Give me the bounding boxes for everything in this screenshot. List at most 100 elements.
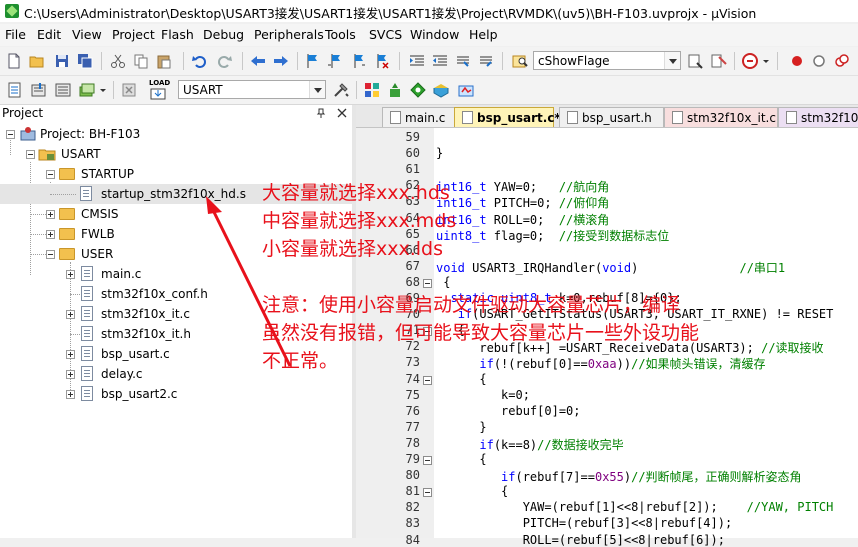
download-button[interactable]: LOAD bbox=[147, 79, 170, 100]
uncomment-selection-icon[interactable] bbox=[478, 53, 494, 69]
code-line[interactable]: { bbox=[436, 275, 450, 289]
tree-item-label: USER bbox=[81, 247, 114, 261]
code-line[interactable]: { bbox=[436, 372, 486, 386]
bookmark-flag-icon[interactable] bbox=[304, 53, 320, 69]
pack-installer-icon[interactable] bbox=[433, 82, 449, 98]
collapse-icon[interactable] bbox=[46, 170, 55, 179]
menu-window[interactable]: Window bbox=[410, 27, 459, 42]
expand-icon[interactable] bbox=[66, 270, 75, 279]
code-line[interactable]: k=0; bbox=[436, 388, 530, 402]
rebuild-icon[interactable] bbox=[55, 82, 71, 98]
kill-breakpoints-icon[interactable] bbox=[834, 53, 850, 69]
paste-icon[interactable] bbox=[156, 53, 172, 69]
navigate-back-icon[interactable] bbox=[250, 53, 266, 69]
disable-breakpoint-icon[interactable] bbox=[811, 53, 827, 69]
next-bookmark-icon[interactable] bbox=[350, 53, 366, 69]
tab-bsp-usart-h[interactable]: bsp_usart.h bbox=[559, 107, 664, 127]
tab-bsp-usart-c[interactable]: bsp_usart.c* bbox=[454, 107, 561, 127]
menu-view[interactable]: View bbox=[72, 27, 102, 42]
manage-project-items-icon[interactable] bbox=[364, 82, 380, 98]
chevron-down-icon[interactable] bbox=[664, 52, 680, 69]
code-line[interactable]: int16_t PITCH=0; //俯仰角 bbox=[436, 194, 609, 211]
annotation-high-density: 大容量就选择xxx.hds bbox=[262, 182, 450, 204]
code-line[interactable]: if(k==8)//数据接收完毕 bbox=[436, 436, 623, 453]
menu-edit[interactable]: Edit bbox=[37, 27, 61, 42]
menu-debug[interactable]: Debug bbox=[203, 27, 244, 42]
chevron-down-icon[interactable] bbox=[762, 53, 770, 69]
close-icon[interactable] bbox=[337, 108, 347, 118]
expand-icon[interactable] bbox=[66, 390, 75, 399]
indent-icon[interactable] bbox=[409, 53, 425, 69]
code-line[interactable]: int16_t ROLL=0; //横滚角 bbox=[436, 211, 609, 228]
menu-peripherals[interactable]: Peripherals bbox=[254, 27, 324, 42]
insert-breakpoint-icon[interactable] bbox=[789, 53, 805, 69]
debug-session-icon[interactable] bbox=[742, 53, 758, 69]
tab-stm32f10x-it-h[interactable]: stm32f10x_it.h bbox=[778, 107, 858, 127]
collapse-icon[interactable] bbox=[6, 130, 15, 139]
new-file-icon[interactable] bbox=[6, 53, 22, 69]
menu-flash[interactable]: Flash bbox=[161, 27, 194, 42]
find-combo[interactable]: cShowFlage bbox=[533, 51, 681, 70]
code-line[interactable]: YAW=(rebuf[1]<<8|rebuf[2]); //YAW, PITCH bbox=[436, 500, 834, 514]
manage-rte-icon[interactable] bbox=[387, 82, 403, 98]
tree-line bbox=[30, 214, 46, 215]
code-line[interactable]: } bbox=[436, 146, 443, 160]
comment-selection-icon[interactable] bbox=[455, 53, 471, 69]
collapse-icon[interactable] bbox=[26, 150, 35, 159]
code-line[interactable]: rebuf[0]=0; bbox=[436, 404, 580, 418]
redo-icon[interactable] bbox=[216, 53, 232, 69]
expand-icon[interactable] bbox=[46, 210, 55, 219]
code-line[interactable]: PITCH=(rebuf[3]<<8|rebuf[4]); bbox=[436, 516, 733, 530]
collapse-icon[interactable] bbox=[46, 250, 55, 259]
save-all-icon[interactable] bbox=[77, 53, 93, 69]
expand-icon[interactable] bbox=[66, 310, 75, 319]
configure-device-icon[interactable] bbox=[458, 82, 474, 98]
stop-build-icon[interactable] bbox=[121, 82, 137, 98]
expand-icon[interactable] bbox=[46, 230, 55, 239]
target-select[interactable]: USART bbox=[178, 80, 326, 99]
menu-file[interactable]: File bbox=[5, 27, 26, 42]
undo-icon[interactable] bbox=[192, 53, 208, 69]
expand-icon[interactable] bbox=[66, 350, 75, 359]
save-icon[interactable] bbox=[54, 53, 70, 69]
menu-svcs[interactable]: SVCS bbox=[369, 27, 402, 42]
tab-stm32f10x-it-c[interactable]: stm32f10x_it.c bbox=[664, 107, 778, 127]
code-line[interactable]: if(rebuf[7]==0x55)//判断帧尾，正确则解析姿态角 bbox=[436, 468, 802, 485]
unindent-icon[interactable] bbox=[432, 53, 448, 69]
find-in-files-icon[interactable] bbox=[512, 53, 528, 69]
pin-icon[interactable] bbox=[316, 108, 326, 118]
clear-bookmarks-icon[interactable] bbox=[373, 53, 389, 69]
download-arrow-icon bbox=[150, 88, 166, 100]
navigate-forward-icon[interactable] bbox=[273, 53, 289, 69]
open-folder-icon[interactable] bbox=[29, 53, 45, 69]
chevron-down-icon[interactable] bbox=[99, 82, 107, 98]
code-line[interactable]: { bbox=[436, 484, 508, 498]
code-line[interactable]: { bbox=[436, 452, 486, 466]
code-line[interactable]: } bbox=[436, 420, 486, 434]
code-line[interactable]: if(!(rebuf[0]==0xaa))//如果帧头错误，清缓存 bbox=[436, 355, 765, 372]
code-line[interactable]: void USART3_IRQHandler(void) //串口1 bbox=[436, 259, 785, 276]
folder-icon bbox=[59, 168, 75, 180]
select-software-packs-icon[interactable] bbox=[410, 82, 426, 98]
batch-build-icon[interactable] bbox=[79, 82, 95, 98]
code-line[interactable]: uint8_t flag=0; //接受到数据标志位 bbox=[436, 227, 669, 244]
folder-icon bbox=[59, 248, 75, 260]
project-icon bbox=[20, 127, 36, 141]
menu-help[interactable]: Help bbox=[469, 27, 498, 42]
code-line[interactable]: int16_t YAW=0; //航向角 bbox=[436, 178, 609, 195]
menu-tools[interactable]: Tools bbox=[325, 27, 356, 42]
menu-project[interactable]: Project bbox=[112, 27, 155, 42]
target-options-icon[interactable] bbox=[333, 82, 349, 98]
copy-icon[interactable] bbox=[133, 53, 149, 69]
cut-icon[interactable] bbox=[110, 53, 126, 69]
find-replace-icon[interactable] bbox=[711, 53, 727, 69]
uvision-app-icon bbox=[5, 4, 19, 18]
toolbar-separator bbox=[242, 52, 243, 70]
build-icon[interactable] bbox=[31, 82, 47, 98]
translate-file-icon[interactable] bbox=[7, 82, 23, 98]
chevron-down-icon[interactable] bbox=[309, 81, 325, 98]
expand-icon[interactable] bbox=[66, 370, 75, 379]
incremental-find-icon[interactable] bbox=[688, 53, 704, 69]
code-line[interactable]: ROLL=(rebuf[5]<<8|rebuf[6]); bbox=[436, 533, 725, 547]
prev-bookmark-icon[interactable] bbox=[327, 53, 343, 69]
